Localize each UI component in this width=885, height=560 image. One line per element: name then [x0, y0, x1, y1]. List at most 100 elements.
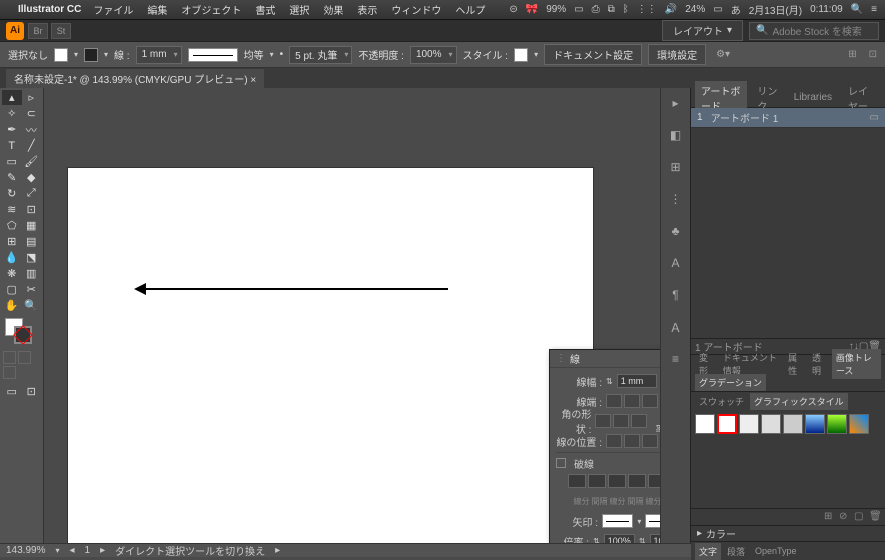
grip-icon[interactable]: ⋮: [556, 353, 566, 364]
draw-behind-icon[interactable]: [18, 351, 31, 364]
corner-bevel-button[interactable]: [631, 414, 647, 428]
style-swatch-1[interactable]: [695, 414, 715, 434]
stroke-width-dropdown[interactable]: 1 mm: [136, 46, 182, 64]
stroke-uniform-dropdown[interactable]: [188, 48, 238, 62]
env-setup-button[interactable]: 環境設定: [648, 44, 706, 65]
corner-miter-button[interactable]: [595, 414, 611, 428]
chevron-down-icon[interactable]: ▾: [74, 50, 78, 59]
style-swatch-4[interactable]: [761, 414, 781, 434]
new-style-icon[interactable]: ▢: [854, 511, 866, 523]
stepper-icon[interactable]: ⇅: [606, 377, 613, 386]
arrow-head[interactable]: [134, 283, 146, 295]
align-outside-button[interactable]: [642, 434, 658, 448]
gradient-tool[interactable]: ▤: [22, 234, 42, 249]
dashed-checkbox[interactable]: [556, 458, 566, 468]
brushes-icon[interactable]: ⋮: [667, 190, 685, 208]
tab-imagetrace[interactable]: 画像トレース: [832, 349, 881, 379]
artboard-tool[interactable]: ▢: [2, 282, 22, 297]
tab-graphic-styles[interactable]: グラフィックスタイル: [750, 393, 848, 410]
tab-gradient[interactable]: グラデーション: [695, 374, 766, 391]
paintbrush-tool[interactable]: 🖌: [22, 154, 42, 169]
paragraph-icon[interactable]: ¶: [667, 286, 685, 304]
rectangle-tool[interactable]: ▭: [2, 154, 22, 169]
free-transform-tool[interactable]: ⊡: [22, 202, 42, 217]
menu-extras-icon[interactable]: ≡: [871, 4, 877, 15]
zoom-level[interactable]: 143.99%: [6, 545, 45, 556]
tab-swatches[interactable]: スウォッチ: [695, 393, 748, 410]
tab-libraries[interactable]: Libraries: [788, 90, 838, 105]
stock-chip[interactable]: St: [51, 23, 71, 39]
symbol-sprayer-tool[interactable]: ❋: [2, 266, 22, 281]
eraser-tool[interactable]: ◆: [22, 170, 42, 185]
artboard-list-item[interactable]: 1 アートボード 1 ▭: [691, 108, 885, 128]
stroke-width-input[interactable]: 1 mm: [617, 374, 657, 388]
shaper-tool[interactable]: ✎: [2, 170, 22, 185]
opacity-dropdown[interactable]: 100%: [410, 46, 457, 64]
chevron-down-icon[interactable]: ▾: [104, 50, 108, 59]
dock-icon[interactable]: ⊡: [22, 384, 42, 399]
date[interactable]: 2月13日(月): [749, 2, 802, 17]
properties-icon[interactable]: ▸: [667, 94, 685, 112]
fill-swatch[interactable]: [54, 48, 68, 62]
shape-builder-tool[interactable]: ⬠: [2, 218, 22, 233]
eyedropper-tool[interactable]: 💧: [2, 250, 22, 265]
align-icon[interactable]: ⊞: [848, 49, 856, 60]
arrow-end-dropdown[interactable]: [645, 514, 660, 528]
line-tool[interactable]: ╱: [22, 138, 42, 153]
blend-tool[interactable]: ⬔: [22, 250, 42, 265]
arrow-scale1-input[interactable]: 100%: [604, 534, 635, 543]
pen-tool[interactable]: ✒: [2, 122, 22, 137]
menu-object[interactable]: オブジェクト: [181, 2, 241, 17]
type-tool[interactable]: T: [2, 138, 22, 153]
curvature-tool[interactable]: 〰: [22, 122, 42, 137]
doc-tab[interactable]: 名称未設定-1* @ 143.99% (CMYK/GPU プレビュー) ×: [6, 69, 264, 88]
style-lib-icon[interactable]: ⊞: [824, 511, 836, 523]
align-icon[interactable]: ≡: [667, 350, 685, 368]
menu-view[interactable]: 表示: [357, 2, 377, 17]
doc-setup-button[interactable]: ドキュメント設定: [544, 44, 642, 65]
menu-type[interactable]: 書式: [255, 2, 275, 17]
style-swatch-8[interactable]: [849, 414, 869, 434]
align-center-button[interactable]: [606, 434, 622, 448]
collapse-icon[interactable]: ▸: [697, 528, 702, 539]
glyph-icon[interactable]: Ａ: [667, 318, 685, 336]
screen-mode-tool[interactable]: ▭: [2, 384, 22, 399]
tab-attributes[interactable]: 属性: [784, 349, 806, 379]
selection-tool[interactable]: ▴: [2, 90, 22, 105]
layout-dropdown[interactable]: レイアウト▾: [662, 20, 743, 41]
tab-paragraph[interactable]: 段落: [723, 543, 749, 560]
hand-tool[interactable]: ✋: [2, 298, 22, 313]
color-picker[interactable]: [2, 318, 41, 348]
magic-wand-tool[interactable]: ✧: [2, 106, 22, 121]
tab-character[interactable]: 文字: [695, 543, 721, 560]
arrow-path[interactable]: [140, 288, 448, 290]
column-graph-tool[interactable]: ▥: [22, 266, 42, 281]
app-name[interactable]: Illustrator CC: [18, 4, 81, 15]
symbols-icon[interactable]: ♣: [667, 222, 685, 240]
artboard-orient-icon[interactable]: ▭: [870, 112, 879, 123]
corner-round-button[interactable]: [613, 414, 629, 428]
perspective-tool[interactable]: ▦: [22, 218, 42, 233]
close-tab-icon[interactable]: ×: [250, 75, 256, 86]
stock-search-input[interactable]: 🔍Adobe Stock を検索: [749, 22, 879, 40]
style-swatch[interactable]: [514, 48, 528, 62]
brush-dropdown[interactable]: 5 pt. 丸筆: [289, 46, 352, 64]
time[interactable]: 0:11:09: [810, 4, 843, 15]
arrow-start-dropdown[interactable]: [602, 514, 633, 528]
character-icon[interactable]: A: [667, 254, 685, 272]
menu-help[interactable]: ヘルプ: [455, 2, 485, 17]
scale-tool[interactable]: ⤢: [22, 186, 42, 201]
stroke-swatch[interactable]: [84, 48, 98, 62]
background-color[interactable]: [14, 326, 32, 344]
ime-icon[interactable]: あ: [731, 2, 741, 17]
style-swatch-6[interactable]: [805, 414, 825, 434]
draw-normal-icon[interactable]: [3, 351, 16, 364]
zoom-tool[interactable]: 🔍: [22, 298, 42, 313]
arrow-scale2-input[interactable]: 100%: [650, 534, 660, 543]
align-inside-button[interactable]: [624, 434, 640, 448]
tab-transparency[interactable]: 透明: [808, 349, 830, 379]
artboard[interactable]: [68, 168, 593, 543]
tab-opentype[interactable]: OpenType: [751, 544, 801, 558]
menu-select[interactable]: 選択: [289, 2, 309, 17]
width-tool[interactable]: ≋: [2, 202, 22, 217]
